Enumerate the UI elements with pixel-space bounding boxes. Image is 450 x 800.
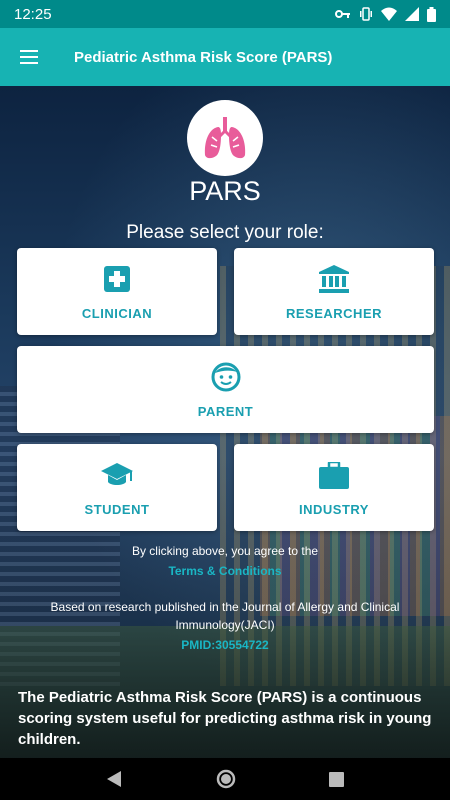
home-icon[interactable] [216, 769, 236, 789]
app-bar-title: Pediatric Asthma Risk Score (PARS) [74, 48, 333, 66]
key-icon [335, 10, 350, 18]
signal-icon [405, 7, 419, 21]
menu-button[interactable] [0, 28, 58, 86]
role-clinician-button[interactable]: CLINICIAN [17, 248, 217, 335]
role-industry-button[interactable]: INDUSTRY [234, 444, 434, 531]
agreement-text: By clicking above, you agree to the [131, 544, 319, 558]
institution-icon [319, 265, 349, 293]
role-parent-button[interactable]: PARENT [17, 346, 434, 433]
app-name: PARS [189, 176, 261, 206]
graduation-cap-icon [101, 463, 133, 485]
back-icon[interactable] [106, 771, 123, 787]
system-nav-bar [0, 758, 450, 800]
status-icons [335, 6, 436, 22]
role-label: INDUSTRY [299, 502, 369, 517]
role-label: PARENT [197, 404, 254, 419]
medical-cross-icon [104, 266, 130, 292]
hamburger-icon [20, 50, 38, 64]
status-bar: 12:25 [0, 0, 450, 28]
role-label: CLINICIAN [81, 306, 153, 321]
app-bar: Pediatric Asthma Risk Score (PARS) [0, 28, 450, 86]
terms-link[interactable]: Terms & Conditions [0, 564, 450, 578]
briefcase-icon [319, 461, 349, 489]
role-student-button[interactable]: STUDENT [17, 444, 217, 531]
research-citation: Based on research published in the Journ… [50, 600, 400, 632]
lungs-icon [204, 117, 246, 159]
role-label: RESEARCHER [285, 306, 382, 321]
app-logo [187, 100, 263, 176]
wifi-icon [381, 7, 397, 21]
role-label: STUDENT [84, 502, 150, 517]
recents-icon[interactable] [328, 771, 344, 787]
role-researcher-button[interactable]: RESEARCHER [234, 248, 434, 335]
child-face-icon [211, 362, 240, 392]
battery-icon [427, 6, 436, 22]
status-time: 12:25 [14, 5, 52, 23]
app-description: The Pediatric Asthma Risk Score (PARS) i… [18, 689, 432, 748]
vibrate-icon [360, 7, 372, 21]
pmid-link[interactable]: PMID:30554722 [0, 638, 450, 652]
role-prompt: Please select your role: [126, 222, 324, 243]
main-content: PARS Please select your role: CLINICIAN … [0, 86, 450, 758]
